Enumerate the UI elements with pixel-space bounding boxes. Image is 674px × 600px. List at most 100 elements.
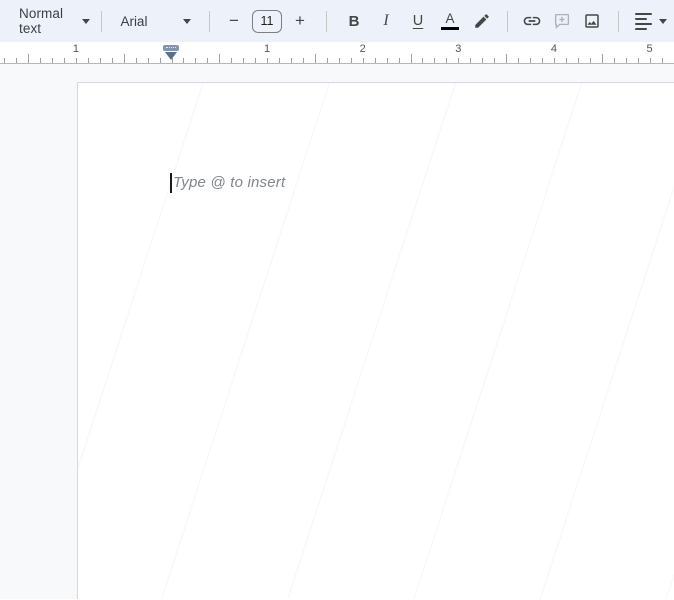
italic-icon: I (383, 12, 389, 29)
font-size-input[interactable] (252, 9, 282, 33)
ruler-tick (111, 58, 113, 63)
chevron-down-icon (82, 18, 91, 24)
ruler-tick (231, 58, 233, 63)
placeholder-text: Type @ to insert (173, 174, 286, 191)
image-icon (585, 14, 599, 28)
underline-icon: U (412, 13, 424, 29)
ruler-tick (207, 58, 209, 63)
ruler-tick (75, 58, 77, 63)
toolbar-separator (209, 10, 210, 32)
ruler-tick (279, 58, 281, 63)
ruler-tick (553, 58, 555, 63)
ruler-tick (565, 58, 567, 63)
ruler-tick (28, 54, 30, 63)
ruler-tick (398, 58, 400, 63)
ruler-tick (601, 54, 603, 63)
ruler-tick (326, 58, 328, 63)
pen-icon (475, 14, 489, 28)
ruler-tick (446, 58, 448, 63)
ruler-tick (625, 58, 627, 63)
paragraph-style-dropdown[interactable]: Normal text (17, 6, 92, 36)
text-color-icon: A (441, 12, 459, 31)
ruler-tick (374, 58, 376, 63)
italic-button[interactable]: I (371, 6, 401, 36)
ruler-tick (16, 58, 18, 63)
text-align-button[interactable] (628, 6, 674, 36)
ruler-tick (302, 58, 304, 63)
ruler-tick (482, 58, 484, 63)
ruler-tick (470, 58, 472, 63)
ruler-tick (4, 58, 6, 63)
ruler-tick (291, 58, 292, 63)
ruler-number: 2 (359, 43, 366, 55)
ruler-tick (64, 58, 65, 63)
ruler-number: 4 (550, 43, 557, 55)
text-color-button[interactable]: A (435, 6, 465, 36)
increase-font-size-button[interactable]: + (287, 6, 313, 36)
document-page[interactable]: Type @ to insert (77, 82, 674, 599)
text-cursor-line: Type @ to insert (170, 172, 285, 193)
document-canvas: Type @ to insert (0, 64, 674, 599)
ruler-tick (613, 58, 615, 63)
comment-plus-icon (554, 13, 570, 29)
insert-image-button[interactable] (577, 6, 607, 36)
ruler-tick (159, 58, 161, 63)
ruler-tick (40, 58, 42, 63)
formatting-toolbar: Normal text Arial − + B I U A (0, 0, 674, 42)
align-left-icon (635, 12, 652, 30)
ruler-tick (219, 54, 221, 63)
ruler-tick (183, 58, 185, 63)
ruler-tick (123, 54, 125, 63)
ruler-tick (52, 58, 53, 63)
ruler-tick (350, 58, 352, 63)
ruler-tick (637, 58, 639, 63)
ruler-tick (422, 58, 424, 63)
ruler-tick (434, 58, 436, 63)
ruler-tick (386, 58, 388, 63)
chevron-down-icon (183, 18, 191, 24)
ruler-tick (458, 58, 460, 63)
ruler-tick (87, 58, 89, 63)
horizontal-ruler[interactable]: 1 1 2 3 4 5 (0, 42, 674, 64)
ruler-tick (147, 58, 149, 63)
link-icon (523, 16, 541, 26)
ruler-tick (99, 58, 101, 63)
ruler-tick (171, 58, 173, 63)
toolbar-separator (101, 10, 103, 32)
toolbar-separator (618, 10, 619, 32)
font-family-dropdown[interactable]: Arial (109, 6, 197, 36)
text-caret (170, 172, 172, 193)
add-comment-button[interactable] (547, 6, 577, 36)
toolbar-separator (326, 10, 327, 32)
bold-button[interactable]: B (339, 6, 369, 36)
decrease-font-size-button[interactable]: − (221, 6, 247, 36)
ruler-number: 1 (72, 43, 79, 55)
ruler-tick (518, 58, 519, 63)
first-line-indent-icon[interactable] (163, 45, 179, 51)
ruler-tick (267, 58, 269, 63)
ruler-tick (135, 58, 137, 63)
ruler-tick (195, 58, 197, 63)
insert-link-button[interactable] (517, 6, 547, 36)
ruler-tick (255, 58, 257, 63)
ruler-number: 5 (646, 43, 653, 55)
ruler-tick (243, 58, 245, 63)
ruler-tick (577, 58, 579, 63)
paragraph-style-label: Normal text (19, 6, 64, 36)
ruler-tick (314, 54, 316, 63)
ruler-tick (649, 58, 651, 63)
ruler-tick (589, 58, 591, 63)
chevron-down-icon (659, 18, 667, 24)
ruler-tick (506, 54, 508, 63)
highlight-color-button[interactable] (467, 6, 497, 36)
ruler-tick (530, 58, 531, 63)
ruler-tick (410, 54, 412, 63)
bold-icon: B (348, 12, 360, 30)
font-family-label: Arial (120, 13, 148, 29)
ruler-tick (362, 58, 364, 63)
underline-button[interactable]: U (403, 6, 433, 36)
ruler-number: 3 (455, 43, 462, 55)
ruler-tick (338, 58, 340, 63)
ruler-tick (661, 58, 663, 63)
ruler-tick (494, 58, 496, 63)
